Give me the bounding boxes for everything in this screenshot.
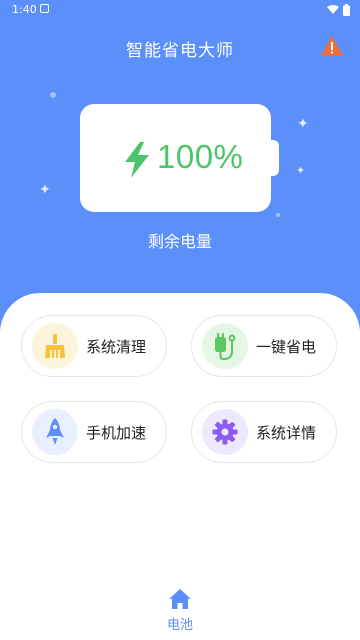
sparkle-icon: ✦ (297, 116, 309, 132)
sparkle-icon: ✦ (39, 182, 51, 198)
decor-dot (50, 92, 56, 98)
sparkle-icon: ✦ (296, 164, 306, 177)
lightning-icon (125, 142, 149, 178)
phone-boost-label: 手机加速 (86, 424, 147, 442)
system-clean-button[interactable]: 系统清理 (21, 315, 167, 377)
decor-dot (276, 213, 280, 217)
rocket-icon-circle (32, 409, 78, 455)
battery-cap (271, 140, 279, 176)
battery-remaining-label: 剩余电量 (147, 232, 212, 251)
status-icons (327, 4, 350, 16)
warning-icon[interactable] (320, 35, 344, 57)
status-time: 1:40 (12, 3, 37, 16)
broom-icon (45, 334, 65, 358)
broom-icon-circle (32, 323, 78, 369)
phone-boost-button[interactable]: 手机加速 (21, 401, 167, 463)
battery-status-icon (343, 4, 350, 16)
gear-icon (212, 419, 238, 445)
gear-icon-circle (202, 409, 248, 455)
rocket-icon (46, 418, 64, 445)
notification-icon (40, 4, 49, 13)
status-bar: 1:40 (0, 0, 360, 20)
system-details-button[interactable]: 系统详情 (191, 401, 337, 463)
system-clean-label: 系统清理 (86, 338, 147, 356)
plug-icon (215, 333, 236, 360)
battery-percent: 100% (157, 138, 244, 175)
power-save-button[interactable]: 一键省电 (191, 315, 337, 377)
nav-battery-tab[interactable]: 电池 (0, 614, 360, 633)
plug-icon-circle (202, 323, 248, 369)
wifi-icon (327, 5, 339, 14)
home-icon[interactable] (168, 588, 192, 610)
header-background: 1:40 智能省电大师 ✦ ✦ ✦ 100% 剩余电量 (0, 0, 360, 330)
app-title: 智能省电大师 (126, 41, 234, 61)
system-details-label: 系统详情 (256, 424, 317, 442)
power-save-label: 一键省电 (256, 338, 317, 356)
